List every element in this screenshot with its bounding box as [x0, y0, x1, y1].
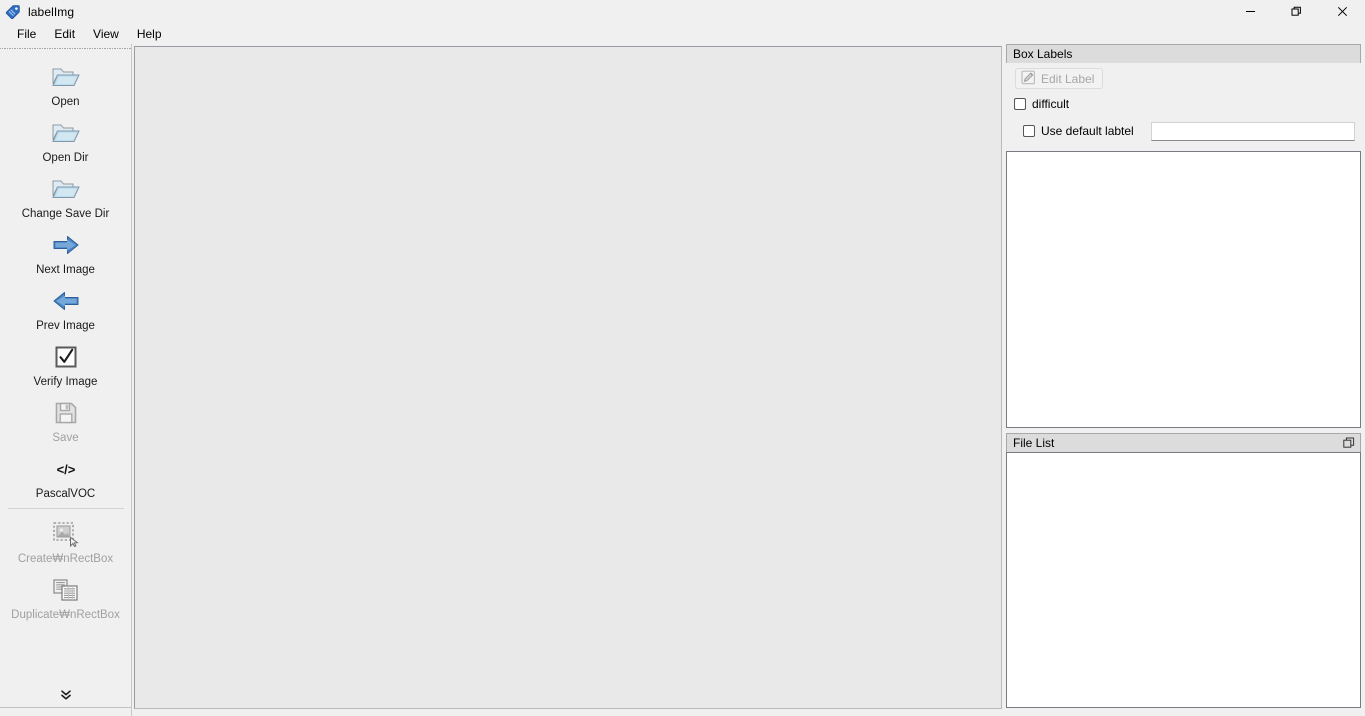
menu-item-edit[interactable]: Edit: [45, 25, 84, 43]
restore-button[interactable]: [1273, 0, 1319, 23]
toolbar-label-change-save-dir: Change Save Dir: [21, 208, 110, 220]
code-tags-icon: </>: [50, 453, 82, 485]
window-title: labelImg: [28, 4, 75, 19]
box-labels-dock-body: Edit Label difficult Use default labtel: [1006, 63, 1361, 428]
left-toolbar: Open Open Dir Change Save Dir Next Image…: [0, 44, 132, 716]
use-default-label-text: Use default labtel: [1041, 124, 1134, 138]
difficult-checkbox-row[interactable]: difficult: [1014, 97, 1361, 111]
duplicate-rect-icon: [50, 574, 82, 606]
window-controls: [1227, 0, 1365, 23]
folder-open-icon: [50, 61, 82, 93]
folder-open-icon: [50, 117, 82, 149]
chevron-double-down-icon: [60, 690, 71, 700]
canvas-container: [132, 44, 1006, 716]
toolbar-label-open: Open: [51, 96, 80, 108]
difficult-checkbox-label: difficult: [1032, 96, 1070, 111]
toolbar-button-verify-image[interactable]: Verify Image: [0, 334, 132, 390]
restore-icon: [1291, 6, 1301, 16]
create-rect-icon: [50, 518, 82, 550]
toolbar-button-change-save-dir[interactable]: Change Save Dir: [0, 166, 132, 222]
toolbar-label-create-rectbox: Create₩nRectBox: [17, 553, 114, 565]
menu-item-view[interactable]: View: [84, 25, 128, 43]
box-labels-title: Box Labels: [1013, 47, 1073, 61]
main-area: Open Open Dir Change Save Dir Next Image…: [0, 44, 1365, 716]
toolbar-label-verify-image: Verify Image: [33, 376, 98, 388]
edit-label-button-text: Edit Label: [1041, 71, 1095, 86]
toolbar-button-open-dir[interactable]: Open Dir: [0, 110, 132, 166]
file-list-dock-header: File List: [1006, 432, 1361, 452]
toolbar-button-prev-image[interactable]: Prev Image: [0, 278, 132, 334]
toolbar-label-save: Save: [52, 432, 79, 444]
toolbar-button-next-image[interactable]: Next Image: [0, 222, 132, 278]
minimize-button[interactable]: [1227, 0, 1273, 23]
use-default-label-checkbox[interactable]: [1023, 125, 1035, 137]
tag-icon: [5, 4, 21, 20]
toolbar-label-open-dir: Open Dir: [42, 152, 89, 164]
label-list-box[interactable]: [1006, 150, 1361, 428]
folder-open-icon: [50, 173, 82, 205]
toolbar-button-save: Save: [0, 390, 132, 446]
toolbar-bottom-divider: [0, 707, 131, 708]
menu-bar: File Edit View Help: [0, 23, 1365, 44]
difficult-checkbox[interactable]: [1014, 97, 1026, 110]
edit-label-button: Edit Label: [1015, 68, 1104, 89]
box-labels-dock-header: Box Labels: [1006, 44, 1361, 63]
toolbar-expand-button[interactable]: [0, 688, 131, 702]
menu-item-help[interactable]: Help: [128, 25, 171, 43]
arrow-right-icon: [50, 229, 82, 261]
right-dock-panel: Box Labels Edit Label difficult Use defa…: [1006, 44, 1361, 716]
dock-right-edge: [1361, 44, 1365, 716]
file-list-title: File List: [1013, 435, 1055, 450]
svg-text:</>: </>: [56, 462, 75, 477]
close-icon: [1337, 6, 1347, 17]
toolbar-button-duplicate-rectbox: Duplicate₩nRectBox: [0, 567, 132, 623]
floppy-disk-icon: [50, 397, 82, 429]
file-list-dock: File List: [1006, 432, 1361, 708]
close-button[interactable]: [1319, 0, 1365, 23]
toolbar-button-open[interactable]: Open: [0, 54, 132, 110]
menu-item-file[interactable]: File: [8, 25, 45, 43]
default-label-input[interactable]: [1150, 121, 1355, 141]
use-default-label-row[interactable]: Use default labtel: [1023, 121, 1361, 141]
toolbar-label-pascalvoc: PascalVOC: [35, 488, 96, 500]
file-list-box[interactable]: [1006, 451, 1361, 708]
checkbox-check-icon: [50, 341, 82, 373]
toolbar-button-pascalvoc[interactable]: </> PascalVOC: [0, 446, 132, 502]
arrow-left-icon: [50, 285, 82, 317]
toolbar-separator: [7, 508, 124, 509]
toolbar-label-prev-image: Prev Image: [36, 320, 95, 332]
title-bar: labelImg: [0, 0, 1365, 23]
toolbar-drag-handle[interactable]: [0, 45, 131, 54]
toolbar-button-create-rectbox: Create₩nRectBox: [0, 511, 132, 567]
toolbar-label-duplicate-rectbox: Duplicate₩nRectBox: [11, 609, 120, 621]
pencil-edit-icon: [1021, 70, 1036, 88]
image-canvas[interactable]: [134, 46, 1002, 709]
float-window-icon[interactable]: [1342, 436, 1356, 450]
toolbar-label-next-image: Next Image: [36, 264, 95, 276]
minimize-icon: [1245, 11, 1255, 12]
